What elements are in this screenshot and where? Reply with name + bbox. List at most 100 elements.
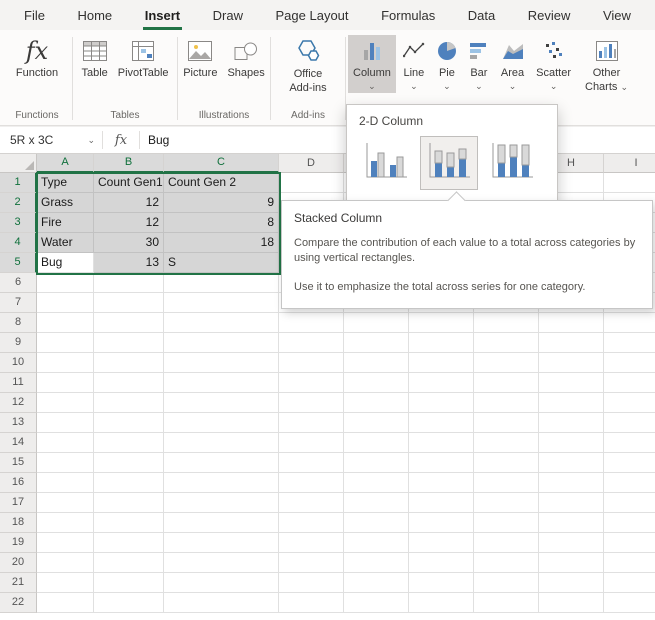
cell-B2[interactable]: 12	[94, 193, 164, 213]
cell-A22[interactable]	[37, 593, 94, 613]
cell-I11[interactable]	[604, 373, 655, 393]
cell-H8[interactable]	[539, 313, 604, 333]
cell-F16[interactable]	[409, 473, 474, 493]
cell-B19[interactable]	[94, 533, 164, 553]
cell-I17[interactable]	[604, 493, 655, 513]
cell-I19[interactable]	[604, 533, 655, 553]
cell-E16[interactable]	[344, 473, 409, 493]
cell-I12[interactable]	[604, 393, 655, 413]
tab-review[interactable]: Review	[520, 0, 579, 30]
cell-B11[interactable]	[94, 373, 164, 393]
cell-B8[interactable]	[94, 313, 164, 333]
name-box[interactable]: 5R x 3C ⌄	[0, 127, 102, 153]
thumb-stacked-column[interactable]	[420, 136, 478, 190]
pie-chart-button[interactable]: Pie ⌄	[432, 35, 462, 93]
cell-D17[interactable]	[279, 493, 344, 513]
tab-home[interactable]: Home	[69, 0, 120, 30]
cell-E18[interactable]	[344, 513, 409, 533]
column-header-B[interactable]: B	[94, 154, 164, 173]
cell-F8[interactable]	[409, 313, 474, 333]
cell-B9[interactable]	[94, 333, 164, 353]
other-charts-button[interactable]: Other Charts ⌄	[578, 35, 635, 97]
insert-function-button[interactable]: fx	[103, 127, 139, 153]
row-header-11[interactable]: 11	[0, 373, 37, 393]
column-header-C[interactable]: C	[164, 154, 279, 173]
cell-C10[interactable]	[164, 353, 279, 373]
row-header-19[interactable]: 19	[0, 533, 37, 553]
cell-A8[interactable]	[37, 313, 94, 333]
cell-C22[interactable]	[164, 593, 279, 613]
cell-D11[interactable]	[279, 373, 344, 393]
cell-A1[interactable]: Type	[37, 173, 94, 193]
cell-G10[interactable]	[474, 353, 539, 373]
cell-G9[interactable]	[474, 333, 539, 353]
row-header-4[interactable]: 4	[0, 233, 37, 253]
cell-G8[interactable]	[474, 313, 539, 333]
cell-I15[interactable]	[604, 453, 655, 473]
column-header-I[interactable]: I	[604, 154, 655, 173]
cell-B7[interactable]	[94, 293, 164, 313]
row-header-3[interactable]: 3	[0, 213, 37, 233]
row-header-22[interactable]: 22	[0, 593, 37, 613]
tab-page-layout[interactable]: Page Layout	[268, 0, 357, 30]
row-header-9[interactable]: 9	[0, 333, 37, 353]
area-chart-button[interactable]: Area ⌄	[496, 35, 529, 93]
cell-G21[interactable]	[474, 573, 539, 593]
cell-F14[interactable]	[409, 433, 474, 453]
cell-C13[interactable]	[164, 413, 279, 433]
cell-C7[interactable]	[164, 293, 279, 313]
cell-E13[interactable]	[344, 413, 409, 433]
cell-B16[interactable]	[94, 473, 164, 493]
cell-H11[interactable]	[539, 373, 604, 393]
cell-H12[interactable]	[539, 393, 604, 413]
cell-D21[interactable]	[279, 573, 344, 593]
cell-D12[interactable]	[279, 393, 344, 413]
row-header-13[interactable]: 13	[0, 413, 37, 433]
cell-D19[interactable]	[279, 533, 344, 553]
cell-I16[interactable]	[604, 473, 655, 493]
cell-D1[interactable]	[279, 173, 344, 193]
cell-B22[interactable]	[94, 593, 164, 613]
cell-C15[interactable]	[164, 453, 279, 473]
cell-E11[interactable]	[344, 373, 409, 393]
cell-I1[interactable]	[604, 173, 655, 193]
cell-I22[interactable]	[604, 593, 655, 613]
row-header-17[interactable]: 17	[0, 493, 37, 513]
tab-draw[interactable]: Draw	[205, 0, 251, 30]
cell-E14[interactable]	[344, 433, 409, 453]
cell-C12[interactable]	[164, 393, 279, 413]
cell-C19[interactable]	[164, 533, 279, 553]
cell-F15[interactable]	[409, 453, 474, 473]
cell-D16[interactable]	[279, 473, 344, 493]
cell-H21[interactable]	[539, 573, 604, 593]
cell-A14[interactable]	[37, 433, 94, 453]
cell-A13[interactable]	[37, 413, 94, 433]
cell-A16[interactable]	[37, 473, 94, 493]
cell-C21[interactable]	[164, 573, 279, 593]
cell-A21[interactable]	[37, 573, 94, 593]
cell-E17[interactable]	[344, 493, 409, 513]
cell-I10[interactable]	[604, 353, 655, 373]
cell-B21[interactable]	[94, 573, 164, 593]
cell-B17[interactable]	[94, 493, 164, 513]
cell-A2[interactable]: Grass	[37, 193, 94, 213]
cell-B6[interactable]	[94, 273, 164, 293]
cell-G22[interactable]	[474, 593, 539, 613]
pivottable-button[interactable]: PivotTable	[113, 35, 174, 81]
cell-A18[interactable]	[37, 513, 94, 533]
function-button[interactable]: fx Function	[11, 35, 63, 81]
cell-C5[interactable]: S	[164, 253, 279, 273]
cell-G20[interactable]	[474, 553, 539, 573]
cell-A6[interactable]	[37, 273, 94, 293]
cell-G11[interactable]	[474, 373, 539, 393]
cell-B5[interactable]: 13	[94, 253, 164, 273]
cell-H9[interactable]	[539, 333, 604, 353]
cell-E8[interactable]	[344, 313, 409, 333]
tab-data[interactable]: Data	[460, 0, 503, 30]
row-header-2[interactable]: 2	[0, 193, 37, 213]
cell-C3[interactable]: 8	[164, 213, 279, 233]
cell-A10[interactable]	[37, 353, 94, 373]
cell-B13[interactable]	[94, 413, 164, 433]
cell-F19[interactable]	[409, 533, 474, 553]
cell-I9[interactable]	[604, 333, 655, 353]
